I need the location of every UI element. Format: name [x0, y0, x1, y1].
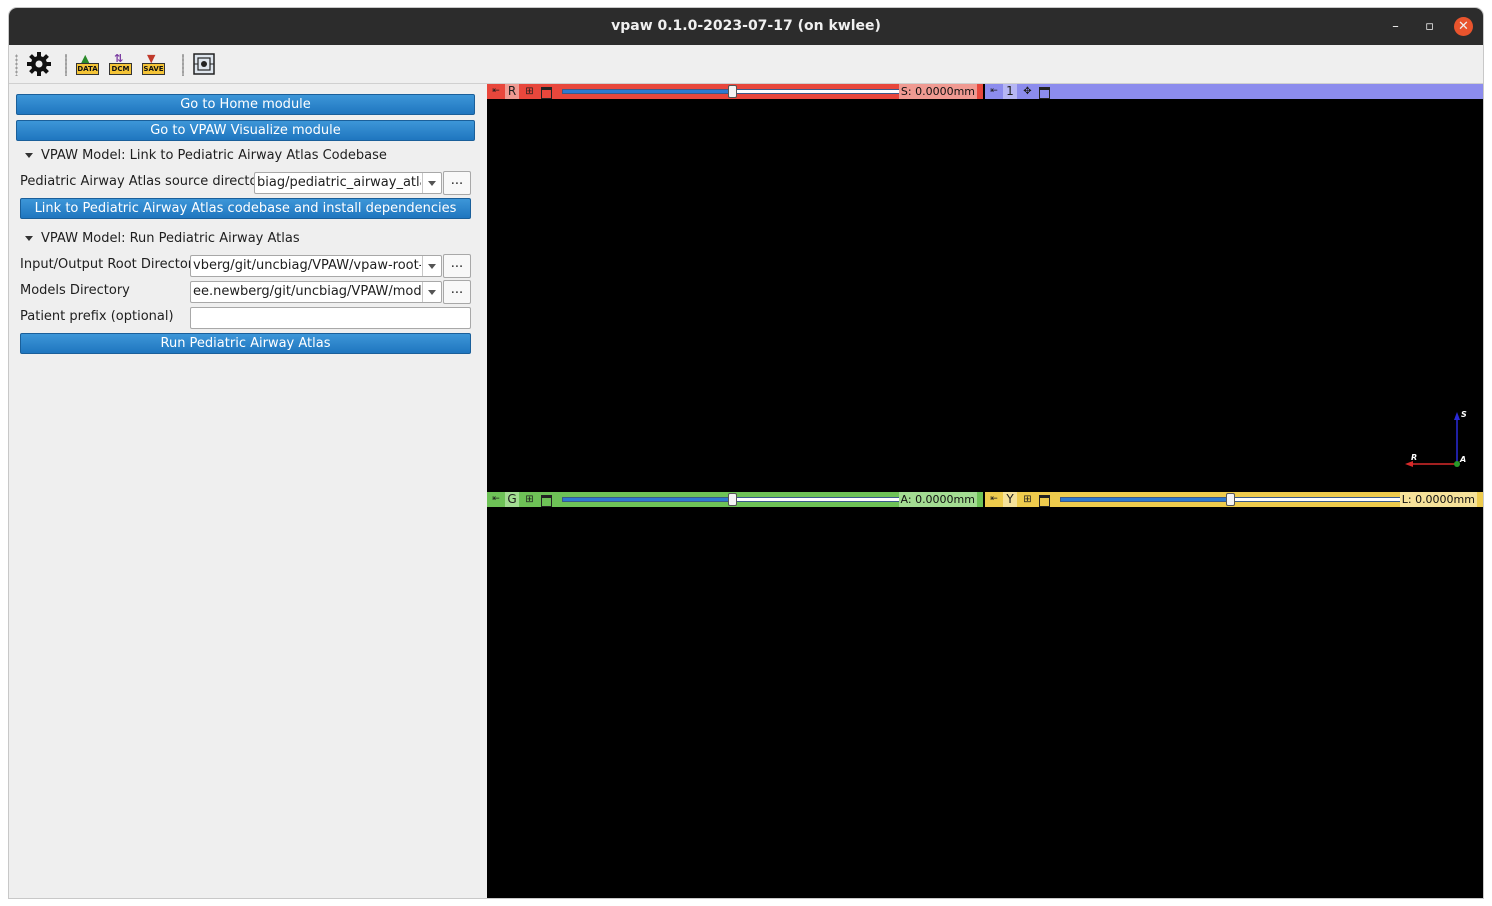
threed-view-controller: ⇤ 1 ✥: [985, 84, 1483, 99]
visualize-module-button[interactable]: Go to VPAW Visualize module: [16, 120, 475, 141]
view-maximize-icon[interactable]: [1039, 495, 1050, 507]
save-button[interactable]: ▼ SAVE: [140, 51, 166, 77]
source-directory-label: Pediatric Airway Atlas source directory: [20, 174, 271, 189]
chevron-down-icon[interactable]: [422, 282, 441, 302]
save-icon: SAVE: [142, 63, 165, 75]
axis-a-label: A: [1459, 455, 1466, 464]
pin-icon[interactable]: ⇤: [987, 492, 1001, 507]
section-run-title: VPAW Model: Run Pediatric Airway Atlas: [41, 231, 300, 246]
view-maximize-icon[interactable]: [541, 87, 552, 99]
green-slice-offset: A: 0.0000mm: [898, 492, 977, 507]
io-root-label: Input/Output Root Directory: [20, 257, 201, 272]
home-module-button[interactable]: Go to Home module: [16, 94, 475, 115]
extension-button[interactable]: [191, 51, 217, 77]
green-slider-fill: [563, 498, 733, 501]
source-browse-button[interactable]: ...: [443, 171, 471, 195]
collapse-arrow-icon: [25, 153, 33, 158]
settings-button[interactable]: [26, 51, 52, 77]
gear-icon: [27, 52, 51, 76]
view-maximize-icon[interactable]: [541, 495, 552, 507]
link-icon[interactable]: ⊞: [524, 494, 535, 505]
io-root-browse-button[interactable]: ...: [443, 254, 471, 278]
center-view-icon[interactable]: ✥: [1022, 86, 1033, 97]
minimize-button[interactable]: –: [1386, 17, 1405, 36]
pin-icon[interactable]: ⇤: [987, 84, 1001, 99]
yellow-slice-offset: L: 0.0000mm: [1399, 492, 1477, 507]
green-slice-view[interactable]: ⇤ G ⊞ A: 0.0000mm: [487, 492, 983, 898]
axis-s-label: S: [1461, 410, 1467, 419]
section-link-header[interactable]: VPAW Model: Link to Pediatric Airway Atl…: [25, 148, 387, 163]
patient-prefix-label: Patient prefix (optional): [20, 309, 174, 324]
section-link-title: VPAW Model: Link to Pediatric Airway Atl…: [41, 148, 387, 163]
pin-icon[interactable]: ⇤: [489, 492, 503, 507]
source-directory-value: biag/pediatric_airway_atlas: [257, 175, 421, 190]
load-data-button[interactable]: ▲ DATA: [74, 51, 100, 77]
yellow-slider-thumb[interactable]: [1226, 493, 1235, 506]
red-slider-thumb[interactable]: [728, 85, 737, 98]
view-maximize-icon[interactable]: [1039, 87, 1050, 99]
io-root-value: vberg/git/uncbiag/VPAW/vpaw-root-dir: [193, 258, 421, 273]
collapse-arrow-icon: [25, 236, 33, 241]
orientation-axes: S R A: [1405, 410, 1467, 467]
threed-view[interactable]: ⇤ 1 ✥ S R A: [985, 84, 1483, 490]
red-slice-offset: S: 0.0000mm: [898, 84, 977, 99]
link-icon[interactable]: ⊞: [1022, 494, 1033, 505]
yellow-slice-view[interactable]: ⇤ Y ⊞ L: 0.0000mm: [985, 492, 1483, 898]
window-title: vpaw 0.1.0-2023-07-17 (on kwlee): [611, 18, 881, 34]
maximize-button[interactable]: ▫: [1420, 17, 1439, 36]
models-directory-combo[interactable]: ee.newberg/git/uncbiag/VPAW/models: [190, 281, 442, 303]
source-directory-combo[interactable]: biag/pediatric_airway_atlas: [254, 172, 442, 194]
yellow-slider-fill: [1061, 498, 1231, 501]
module-panel: Go to Home module Go to VPAW Visualize m…: [9, 84, 486, 898]
chevron-down-icon[interactable]: [422, 256, 441, 276]
toolbar-handle[interactable]: [15, 54, 18, 76]
load-data-icon: DATA: [76, 63, 99, 75]
view-layout: ⇤ R ⊞ S: 0.0000mm ⇤ 1 ✥ S R A ⇤ G ⊞ A: 0…: [487, 84, 1483, 898]
dicom-icon: DCM: [109, 63, 132, 75]
red-view-name: R: [505, 84, 519, 99]
axis-r-label: R: [1411, 453, 1417, 462]
io-root-combo[interactable]: vberg/git/uncbiag/VPAW/vpaw-root-dir: [190, 255, 442, 277]
red-view-controller: ⇤ R ⊞ S: 0.0000mm: [487, 84, 983, 99]
red-slider-fill: [563, 90, 733, 93]
yellow-view-controller: ⇤ Y ⊞ L: 0.0000mm: [985, 492, 1483, 507]
red-slice-view[interactable]: ⇤ R ⊞ S: 0.0000mm: [487, 84, 983, 490]
threed-view-name: 1: [1003, 84, 1017, 99]
section-run-header[interactable]: VPAW Model: Run Pediatric Airway Atlas: [25, 231, 300, 246]
models-directory-value: ee.newberg/git/uncbiag/VPAW/models: [193, 284, 421, 299]
toolbar-separator: [65, 54, 67, 76]
app-window: vpaw 0.1.0-2023-07-17 (on kwlee) – ▫ ✕ ▲…: [9, 8, 1483, 898]
models-browse-button[interactable]: ...: [443, 280, 471, 304]
patient-prefix-input[interactable]: [190, 307, 471, 329]
extension-icon: [193, 53, 215, 75]
green-view-controller: ⇤ G ⊞ A: 0.0000mm: [487, 492, 983, 507]
green-view-name: G: [505, 492, 519, 507]
chevron-down-icon[interactable]: [422, 173, 441, 193]
title-bar: vpaw 0.1.0-2023-07-17 (on kwlee) – ▫ ✕: [9, 8, 1483, 45]
green-slider-thumb[interactable]: [728, 493, 737, 506]
yellow-view-name: Y: [1003, 492, 1017, 507]
link-icon[interactable]: ⊞: [524, 86, 535, 97]
close-button[interactable]: ✕: [1454, 17, 1473, 36]
toolbar-separator: [182, 54, 184, 76]
models-directory-label: Models Directory: [20, 283, 130, 298]
run-atlas-button[interactable]: Run Pediatric Airway Atlas: [20, 333, 471, 354]
link-codebase-button[interactable]: Link to Pediatric Airway Atlas codebase …: [20, 198, 471, 219]
dicom-button[interactable]: ⇅ DCM: [107, 51, 133, 77]
pin-icon[interactable]: ⇤: [489, 84, 503, 99]
main-toolbar: ▲ DATA ⇅ DCM ▼ SAVE: [9, 45, 1483, 84]
